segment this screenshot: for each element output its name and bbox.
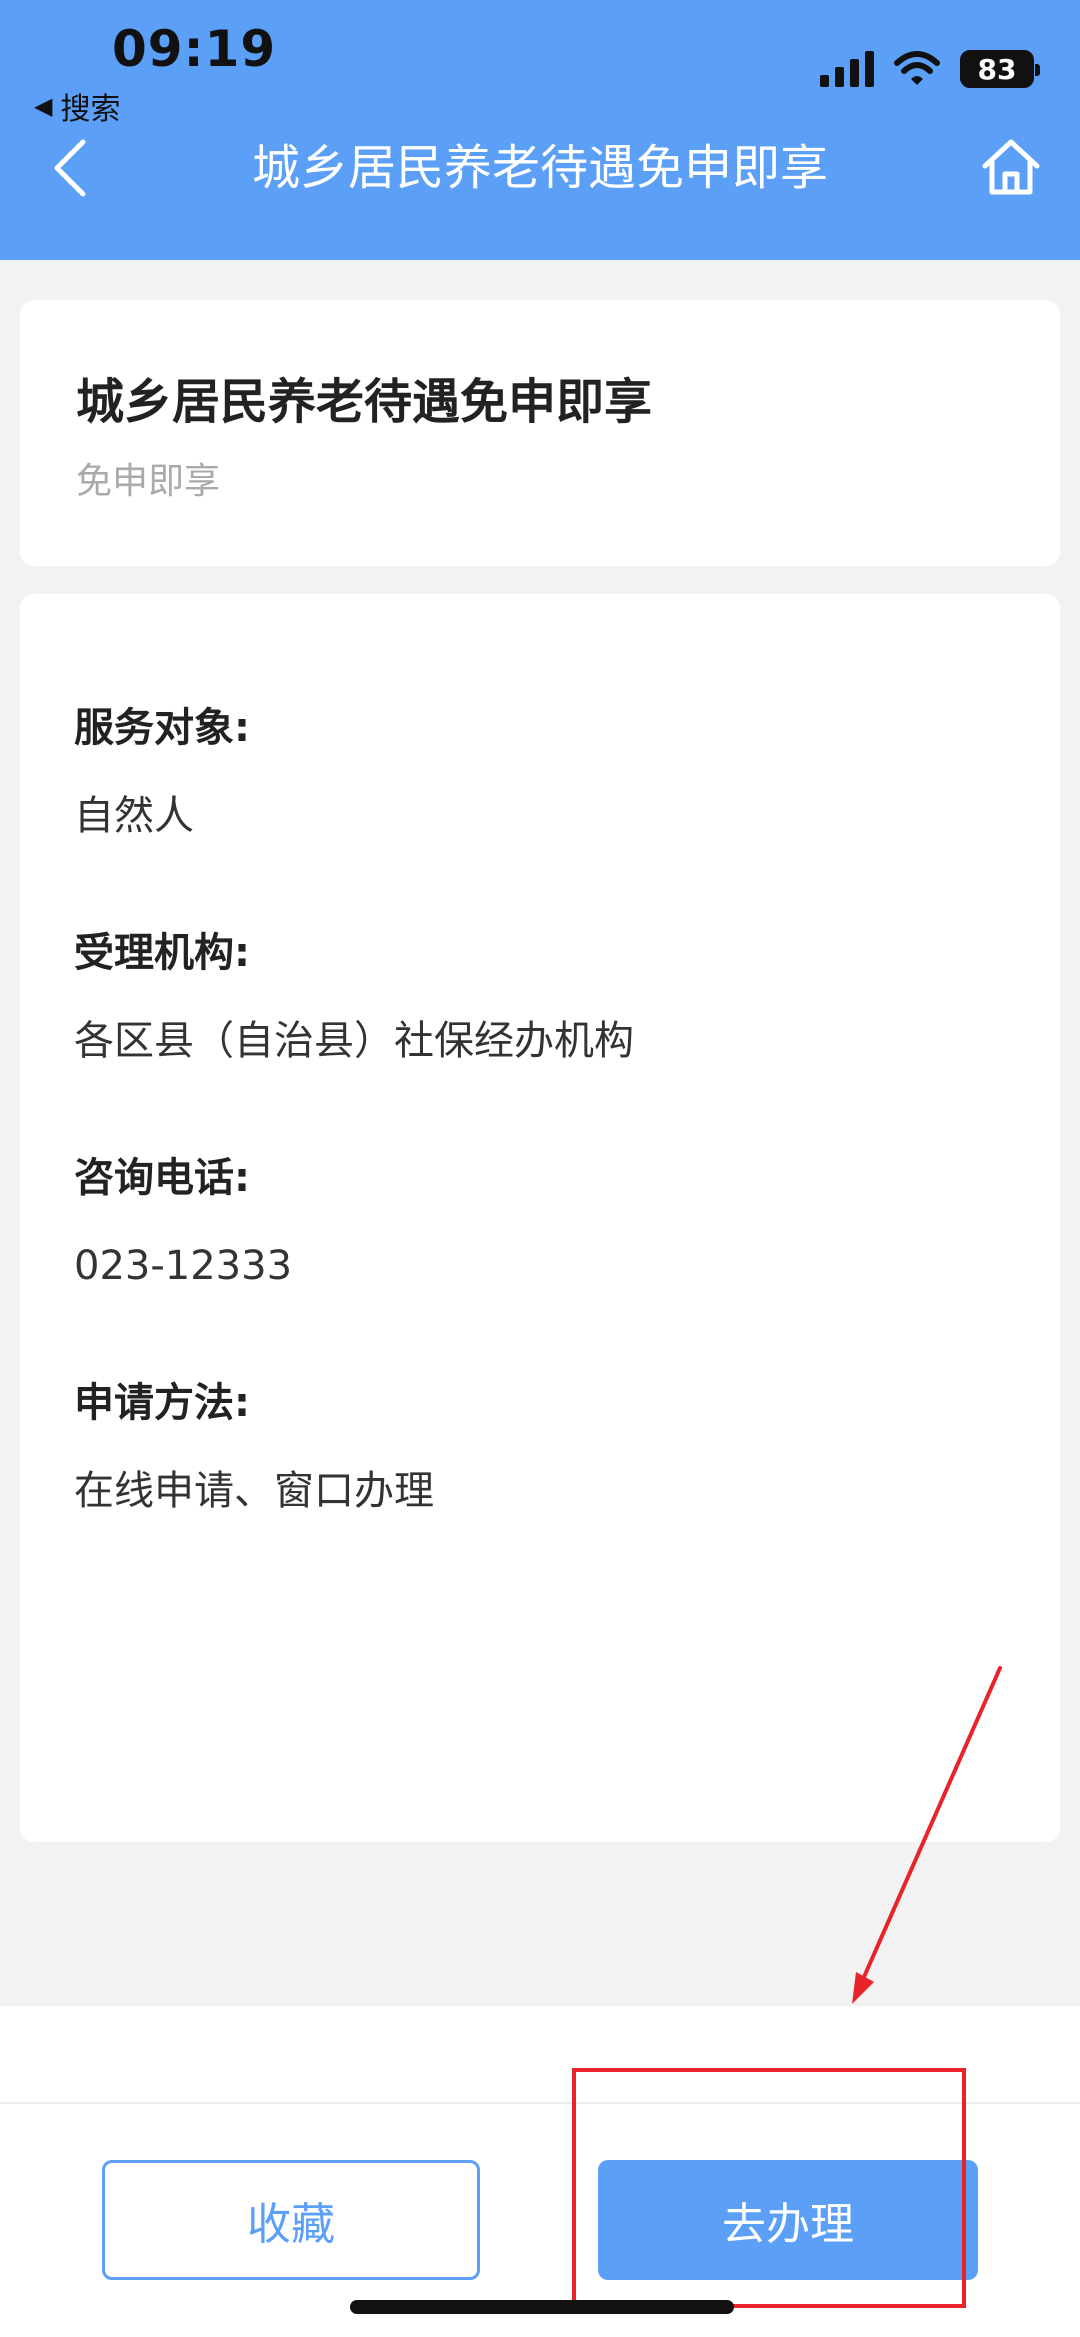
chevron-left-icon xyxy=(54,139,86,197)
service-title-card: 城乡居民养老待遇免申即享 免申即享 xyxy=(20,300,1060,566)
info-item-phone: 咨询电话: 023-12333 xyxy=(74,1148,1020,1373)
home-icon xyxy=(982,139,1040,195)
home-indicator xyxy=(350,2300,734,2314)
info-item-agency: 受理机构: 各区县（自治县）社保经办机构 xyxy=(74,923,1020,1148)
handle-button[interactable]: 去办理 xyxy=(598,2160,978,2280)
info-label: 受理机构: xyxy=(74,930,250,976)
info-item-service-object: 服务对象: 自然人 xyxy=(74,698,1020,923)
service-subtitle: 免申即享 xyxy=(76,461,221,502)
header: 09:19 ◀ 搜索 83 城乡居民养老待遇免申即享 xyxy=(0,0,1080,260)
bottom-action-bar: 收藏 去办理 xyxy=(0,2006,1080,2337)
battery-level: 83 xyxy=(977,52,1017,86)
info-value: 在线申请、窗口办理 xyxy=(74,1468,434,1514)
info-value: 自然人 xyxy=(74,793,194,839)
info-item-method: 申请方法: 在线申请、窗口办理 xyxy=(74,1373,1020,1598)
wifi-icon xyxy=(894,51,940,85)
service-title: 城乡居民养老待遇免申即享 xyxy=(76,374,653,430)
status-back-label: 搜索 xyxy=(60,92,121,127)
page-title: 城乡居民养老待遇免申即享 xyxy=(251,140,828,196)
info-list: 服务对象: 自然人 受理机构: 各区县（自治县）社保经办机构 咨询电话: 023… xyxy=(74,698,1020,1598)
home-button[interactable] xyxy=(978,134,1044,200)
back-button[interactable] xyxy=(44,136,94,200)
info-value[interactable]: 023-12333 xyxy=(74,1236,1020,1296)
status-back-to-app[interactable]: ◀ 搜索 xyxy=(34,84,120,128)
back-triangle-icon: ◀ xyxy=(34,92,53,120)
status-indicators: 83 xyxy=(820,50,1040,88)
favorite-button[interactable]: 收藏 xyxy=(102,2160,480,2280)
status-time: 09:19 xyxy=(112,20,277,78)
divider xyxy=(0,2102,1080,2104)
battery-icon: 83 xyxy=(960,50,1040,88)
service-detail-page: 09:19 ◀ 搜索 83 城乡居民养老待遇免申即享 城乡居民养老待遇免申即享 … xyxy=(0,0,1080,2337)
cellular-signal-icon xyxy=(820,51,874,87)
info-label: 服务对象: xyxy=(74,705,250,751)
info-value: 各区县（自治县）社保经办机构 xyxy=(74,1018,634,1064)
info-label: 咨询电话: xyxy=(74,1155,250,1201)
info-label: 申请方法: xyxy=(74,1380,250,1426)
service-info-card: 服务对象: 自然人 受理机构: 各区县（自治县）社保经办机构 咨询电话: 023… xyxy=(20,594,1060,1842)
